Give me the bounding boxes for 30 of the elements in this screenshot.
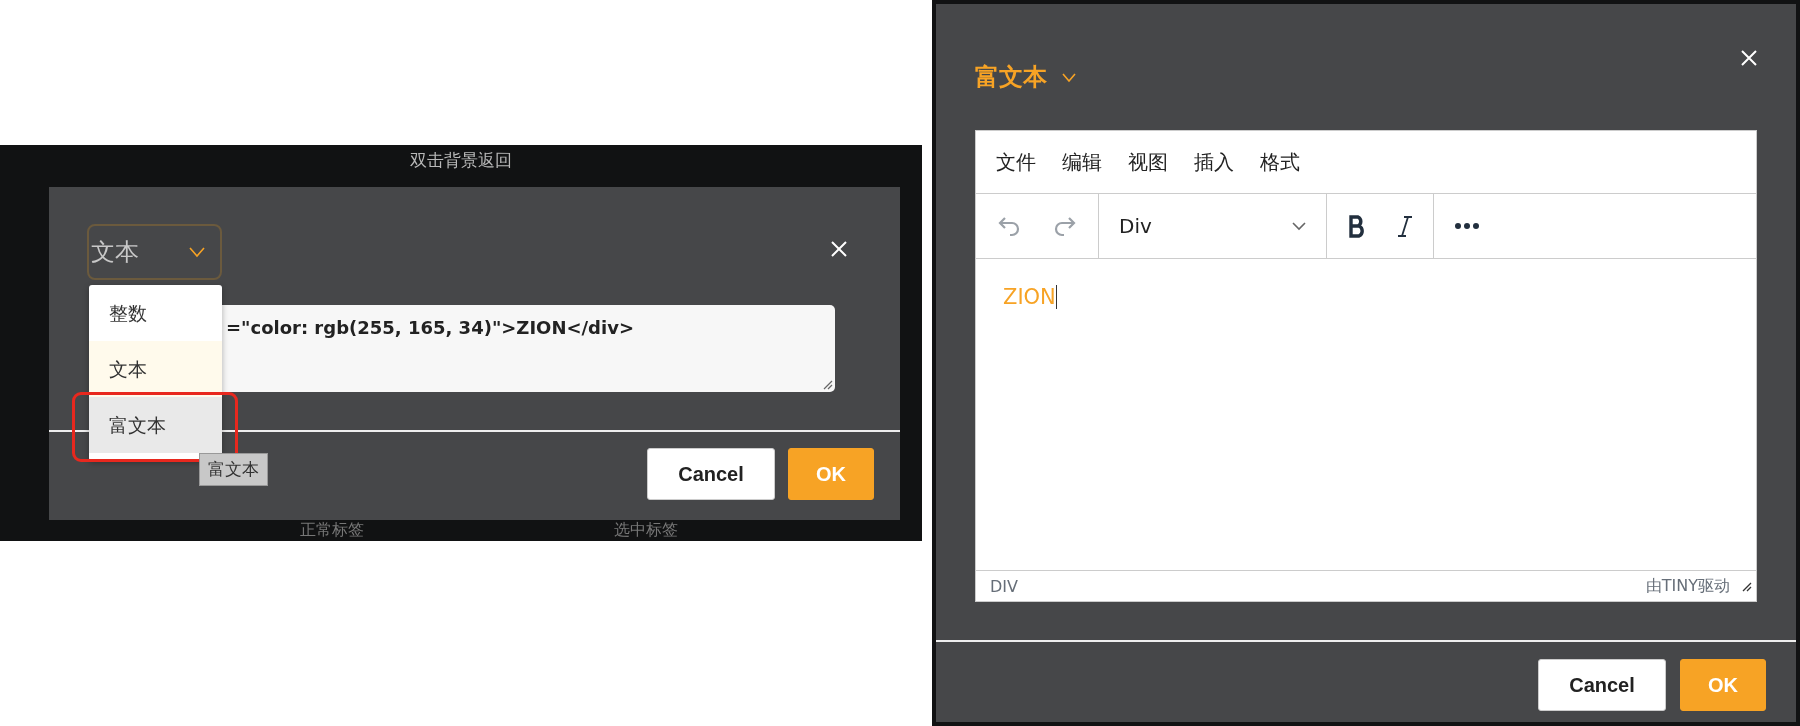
menu-item[interactable]: 格式 <box>1260 148 1300 176</box>
resize-grip-icon[interactable] <box>821 378 833 390</box>
background-tab-label: 选中标签 <box>614 521 678 539</box>
dropdown-option[interactable]: 文本 <box>89 341 222 397</box>
block-format-select[interactable]: Div <box>1099 194 1327 258</box>
more-icon[interactable] <box>1454 222 1480 230</box>
code-text: ="color: rgb(255, 165, 34)">ZION</div> <box>226 317 634 338</box>
menu-item[interactable]: 编辑 <box>1062 148 1102 176</box>
chevron-down-icon <box>1292 221 1306 231</box>
branding-text: 由TINY驱动 <box>1645 575 1730 597</box>
menu-item[interactable]: 文件 <box>996 148 1036 176</box>
dropdown-option[interactable]: 富文本 <box>89 397 222 453</box>
menu-item[interactable]: 插入 <box>1194 148 1234 176</box>
bold-icon[interactable] <box>1347 214 1367 238</box>
element-path: DIV <box>990 576 1019 596</box>
close-icon[interactable] <box>830 240 848 258</box>
cancel-button[interactable]: Cancel <box>647 448 775 500</box>
type-select[interactable]: 文本 <box>87 224 222 280</box>
background-tab-label: 正常标签 <box>300 521 364 539</box>
cancel-button[interactable]: Cancel <box>1538 659 1666 711</box>
menu-item[interactable]: 视图 <box>1128 148 1168 176</box>
close-icon[interactable] <box>1740 49 1758 67</box>
chevron-down-icon <box>1061 71 1077 83</box>
editor-text: ZION <box>1003 285 1057 309</box>
backdrop-hint: 双击背景返回 <box>410 149 512 172</box>
chevron-down-icon <box>188 246 206 258</box>
resize-grip-icon[interactable] <box>1740 580 1752 592</box>
type-select[interactable]: 富文本 <box>975 61 1077 93</box>
italic-icon[interactable] <box>1397 214 1413 238</box>
tooltip: 富文本 <box>199 453 268 486</box>
